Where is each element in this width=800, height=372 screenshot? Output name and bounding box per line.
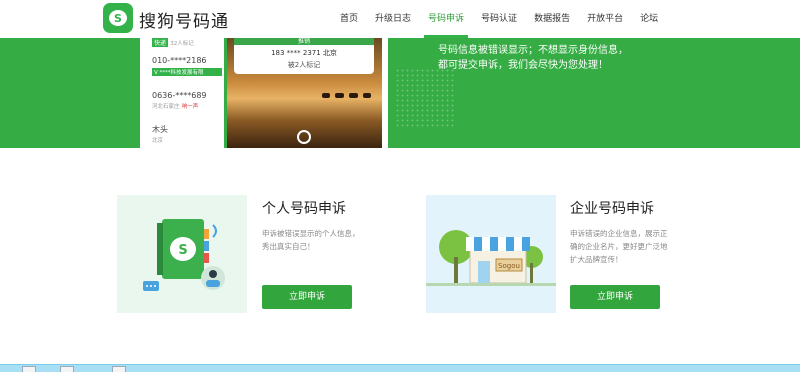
phone-screen-desert-photo: 推销 183 **** 2371 北京 被2人标记 [227,38,382,148]
camel-silhouette [335,93,344,98]
taskbar-app-icon[interactable] [22,366,36,372]
camel-silhouette [363,93,371,98]
taskbar-app-icon[interactable] [60,366,74,372]
marked-count: 被2人标记 [287,61,321,69]
description-line: 申诉错误的企业信息，展示正 [570,229,668,238]
ring-once-flag: 响一声 [181,104,199,110]
os-taskbar [0,364,800,372]
banner-divider [382,38,388,148]
svg-text:S: S [178,243,187,258]
label-tag: 快递 [152,38,169,47]
personal-appeal-description: 申诉被错误显示的个人信息， 秀出真实自己！ [262,227,374,253]
call-label: 推销 [234,38,374,45]
phone-number: 010-****2186 [152,56,207,65]
phone-number: 0636-****689 [152,91,207,100]
location-text: 北京 [152,138,164,144]
top-header: S 搜狗号码通 首页 升级日志 号码申诉 号码认证 数据报告 开放平台 论坛 [0,0,800,38]
nav-open-platform[interactable]: 开放平台 [587,0,623,38]
description-line: 确的企业名片，更好更广泛地 [570,242,668,251]
nav-home[interactable]: 首页 [340,0,358,38]
personal-appeal-illustration: S [117,195,247,313]
contact-name: 木头 [152,125,168,134]
camel-silhouette [322,93,330,98]
brand-name[interactable]: 搜狗号码通 [139,7,229,32]
personal-appeal-button[interactable]: 立即申诉 [262,285,352,309]
nav-data-report[interactable]: 数据报告 [534,0,570,38]
mark-count: 32人标记 [170,41,194,47]
phone-screen-call-list: 快递 32人标记 010-****2186 V ****科技发展有限 0636-… [140,38,224,148]
nav-number-appeal[interactable]: 号码申诉 [424,0,469,38]
caller-number: 183 **** 2371 北京 [271,49,337,57]
banner-text-line: 号码信息被错误显示；不想显示身份信息， [438,45,628,56]
main-nav: 首页 升级日志 号码申诉 号码认证 数据报告 开放平台 论坛 [340,0,675,38]
shop-sign-text: Sogou [498,262,520,270]
verified-company-tag: V ****科技发展有限 [152,68,222,76]
svg-text:S: S [114,12,122,25]
enterprise-appeal-title: 企业号码申诉 [570,201,654,217]
nav-number-certification[interactable]: 号码认证 [481,0,517,38]
incoming-call-card: 推销 183 **** 2371 北京 被2人标记 [234,38,374,74]
sogou-logo-icon[interactable]: S [103,3,133,33]
description-line: 扩大品牌宣传！ [570,255,623,264]
nav-forum[interactable]: 论坛 [640,0,658,38]
hero-banner: 快递 32人标记 010-****2186 V ****科技发展有限 0636-… [0,38,800,148]
nav-upgrade-log[interactable]: 升级日志 [375,0,411,38]
location-text: 河北石家庄 [152,104,180,110]
taskbar-app-icon[interactable] [112,366,126,372]
description-line: 申诉被错误显示的个人信息， [262,229,360,238]
enterprise-appeal-description: 申诉错误的企业信息，展示正 确的企业名片，更好更广泛地 扩大品牌宣传！ [570,227,682,266]
banner-text-line: 都可提交申诉，我们会尽快为您处理！ [438,60,608,71]
banner-description: 号码信息被错误显示；不想显示身份信息， 都可提交申诉，我们会尽快为您处理！ [438,43,658,73]
description-line: 秀出真实自己！ [262,242,315,251]
decorative-dot-pattern [395,68,455,128]
enterprise-appeal-illustration: Sogou [426,195,556,313]
answer-call-icon [297,130,311,144]
enterprise-appeal-button[interactable]: 立即申诉 [570,285,660,309]
personal-appeal-title: 个人号码申诉 [262,201,346,217]
camel-silhouette [349,93,358,98]
